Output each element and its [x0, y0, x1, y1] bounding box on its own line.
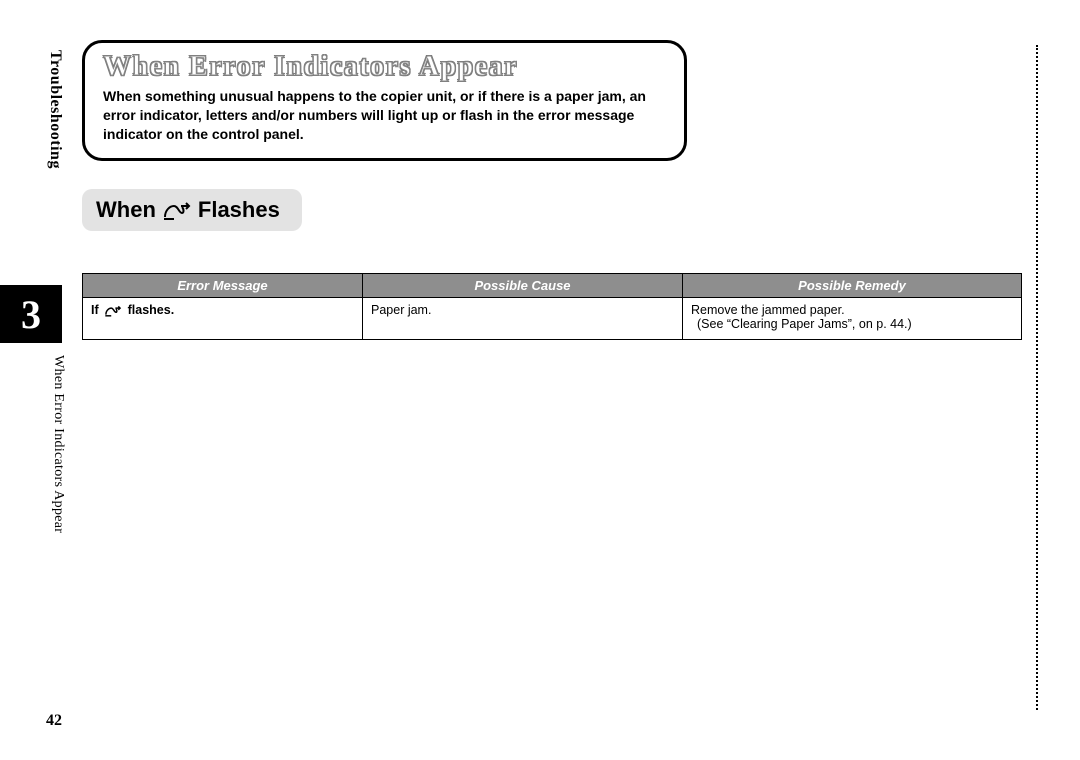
subheading-suffix: Flashes — [198, 197, 280, 223]
header-possible-cause: Possible Cause — [363, 273, 683, 297]
content-area: When Error Indicators Appear When someth… — [82, 40, 1030, 340]
subheading-prefix: When — [96, 197, 156, 223]
trim-border — [1036, 45, 1038, 710]
manual-page: Troubleshooting 3 When Error Indicators … — [0, 0, 1080, 760]
paper-jam-icon — [162, 199, 192, 221]
header-possible-remedy: Possible Remedy — [683, 273, 1022, 297]
page-number: 42 — [46, 712, 62, 730]
remedy-line-2: (See “Clearing Paper Jams”, on p. 44.) — [691, 317, 1013, 331]
section-subheading: When Flashes — [82, 189, 302, 231]
error-table: Error Message Possible Cause Possible Re… — [82, 273, 1022, 340]
table-header-row: Error Message Possible Cause Possible Re… — [83, 273, 1022, 297]
header-error-message: Error Message — [83, 273, 363, 297]
chapter-number-tab: 3 — [0, 285, 62, 343]
chapter-intro-text: When something unusual happens to the co… — [103, 87, 666, 144]
remedy-line-1: Remove the jammed paper. — [691, 303, 1013, 317]
message-suffix: flashes. — [128, 303, 175, 317]
message-prefix: If — [91, 303, 99, 317]
cell-possible-remedy: Remove the jammed paper. (See “Clearing … — [683, 297, 1022, 339]
sidebar-section-label: Troubleshooting — [46, 50, 64, 169]
table-row: If flashes. Paper jam. Remove the jam — [83, 297, 1022, 339]
sidebar-chapter-title: When Error Indicators Appear — [50, 355, 66, 533]
cell-error-message: If flashes. — [83, 297, 363, 339]
paper-jam-icon — [104, 304, 122, 317]
chapter-heading: When Error Indicators Appear — [103, 51, 666, 83]
cell-possible-cause: Paper jam. — [363, 297, 683, 339]
chapter-title-box: When Error Indicators Appear When someth… — [82, 40, 687, 161]
